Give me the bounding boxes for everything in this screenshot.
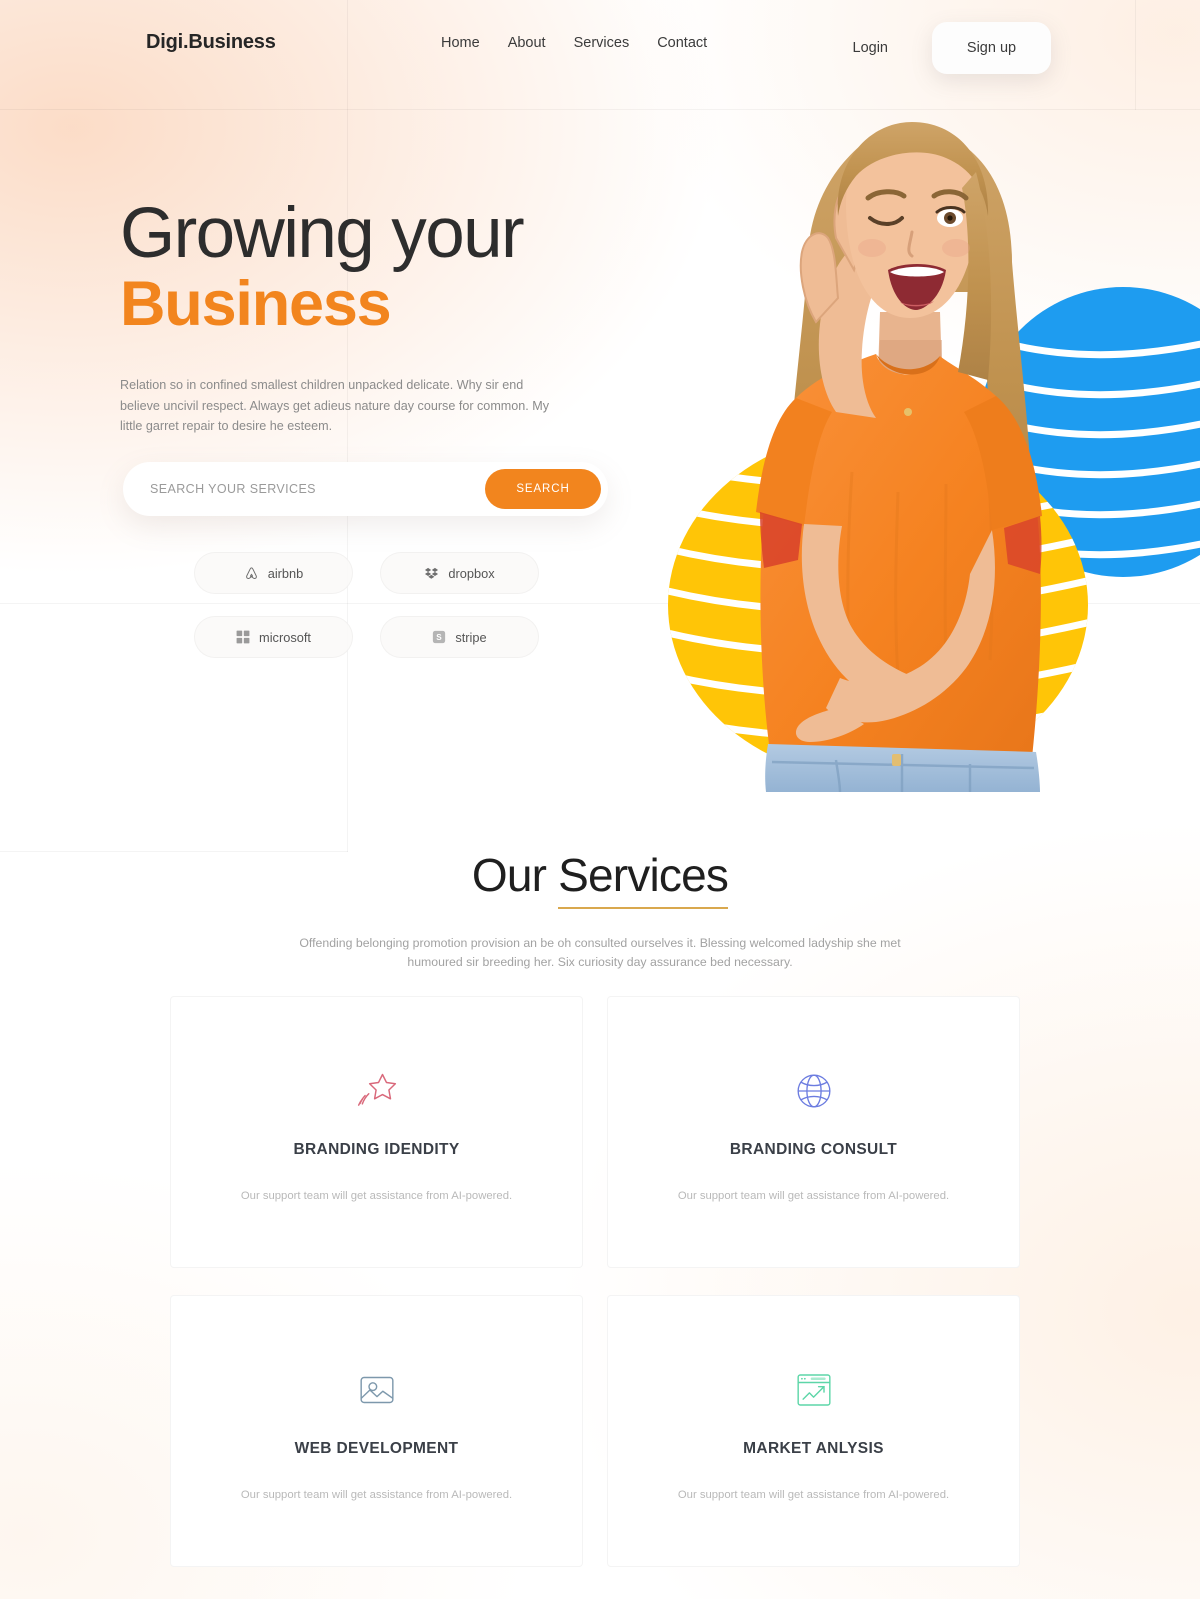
service-card-description: Our support team will get assistance fro… — [677, 1489, 950, 1501]
hero-title-line-2: Business — [120, 268, 392, 339]
signup-button[interactable]: Sign up — [932, 22, 1051, 74]
services-title-underlined: Services — [558, 849, 729, 909]
hero-description: Relation so in confined smallest childre… — [120, 378, 550, 434]
service-card-title: BRANDING CONSULT — [729, 1141, 898, 1158]
services-card-grid: BRANDING IDENDITY Our support team will … — [170, 996, 1020, 1567]
nav-item-about[interactable]: About — [508, 35, 546, 51]
landing-page: Digi.Business Home About Services Contac… — [0, 0, 1200, 1599]
brand-logo[interactable]: Digi.Business — [146, 31, 276, 54]
image-icon — [171, 1366, 582, 1414]
service-card-description: Our support team will get assistance fro… — [677, 1190, 950, 1202]
brand-label: microsoft — [259, 629, 311, 645]
main-navigation: Home About Services Contact — [441, 35, 707, 51]
service-card-web-development[interactable]: WEB DEVELOPMENT Our support team will ge… — [170, 1295, 583, 1567]
service-search-bar: SEARCH — [123, 462, 608, 516]
nav-item-contact[interactable]: Contact — [657, 35, 707, 51]
dropbox-icon — [424, 566, 439, 581]
brand-pill-dropbox[interactable]: dropbox — [380, 552, 539, 594]
search-input[interactable] — [123, 482, 485, 496]
login-link[interactable]: Login — [853, 40, 888, 56]
brand-label: airbnb — [267, 565, 304, 581]
service-card-branding-consult[interactable]: BRANDING CONSULT Our support team will g… — [607, 996, 1020, 1268]
site-header: Digi.Business Home About Services Contac… — [0, 0, 1200, 110]
brand-pill-stripe[interactable]: S stripe — [380, 616, 539, 658]
shooting-star-icon — [171, 1067, 582, 1115]
nav-item-services[interactable]: Services — [574, 35, 630, 51]
stripe-icon: S — [432, 630, 446, 644]
service-card-title: MARKET ANLYSIS — [743, 1440, 884, 1457]
hero-content: Growing your Business Relation so in con… — [120, 194, 680, 437]
service-card-description: Our support team will get assistance fro… — [240, 1489, 513, 1501]
search-button[interactable]: SEARCH — [485, 469, 601, 509]
brand-label: stripe — [455, 629, 487, 645]
services-title: Our Services — [471, 848, 729, 909]
service-card-description: Our support team will get assistance fro… — [240, 1190, 513, 1202]
globe-icon — [608, 1067, 1019, 1115]
airbnb-icon — [244, 566, 259, 581]
services-header: Our Services Offending belonging promoti… — [0, 848, 1200, 973]
services-title-plain: Our — [471, 849, 559, 901]
brand-pill-group: airbnb dropbox microsoft S stripe — [194, 552, 539, 658]
services-subtitle: Offending belonging promotion provision … — [299, 936, 901, 970]
svg-text:S: S — [437, 633, 443, 642]
auth-actions: Login Sign up — [853, 22, 1051, 74]
brand-pill-microsoft[interactable]: microsoft — [194, 616, 353, 658]
hero-illustration — [640, 112, 1200, 792]
brand-pill-airbnb[interactable]: airbnb — [194, 552, 353, 594]
service-card-branding-identity[interactable]: BRANDING IDENDITY Our support team will … — [170, 996, 583, 1268]
hero-photo-woman — [756, 122, 1042, 792]
hero-title-line-1: Growing your — [120, 194, 525, 273]
market-chart-icon — [608, 1366, 1019, 1414]
brand-label: dropbox — [448, 565, 495, 581]
nav-item-home[interactable]: Home — [441, 35, 480, 51]
service-card-title: WEB DEVELOPMENT — [294, 1440, 459, 1457]
microsoft-icon — [236, 630, 250, 644]
service-card-title: BRANDING IDENDITY — [293, 1141, 460, 1158]
service-card-market-analysis[interactable]: MARKET ANLYSIS Our support team will get… — [607, 1295, 1020, 1567]
